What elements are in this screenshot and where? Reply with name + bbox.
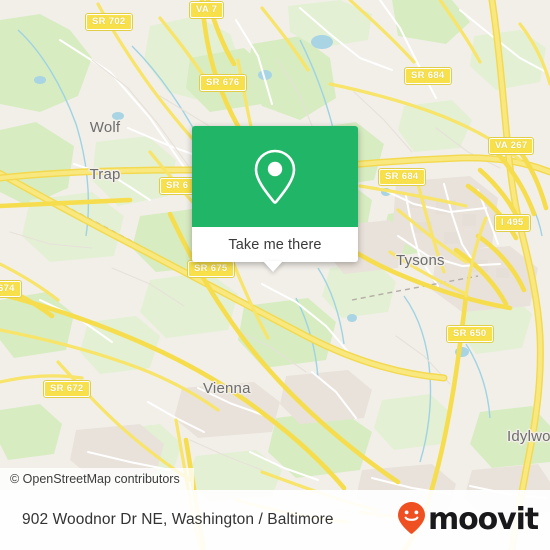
road-shield-674: 674 (0, 280, 22, 298)
destination-popup[interactable]: Take me there (192, 126, 358, 272)
map-pin-icon (252, 148, 298, 206)
footer-bar: 902 Woodnor Dr NE, Washington / Baltimor… (0, 490, 550, 550)
road-shield-sr-702: SR 702 (85, 13, 133, 31)
moovit-logo[interactable]: moovit (397, 501, 539, 540)
road-shield-sr-672: SR 672 (43, 380, 91, 398)
road-shield-sr-6: SR 6 (158, 177, 196, 195)
road-shield-sr-676: SR 676 (199, 74, 247, 92)
osm-attribution[interactable]: © OpenStreetMap contributors (0, 468, 194, 490)
road-shield-sr-650: SR 650 (446, 325, 494, 343)
take-me-there-button[interactable]: Take me there (192, 227, 358, 262)
map-screen: .pk { fill:#d8ecc2; } .pk2 { fill:#e3f0d… (0, 0, 550, 550)
road-shield-sr-684-north: SR 684 (404, 67, 452, 85)
moovit-wordmark: moovit (427, 502, 539, 537)
address-text: 902 Woodnor Dr NE, Washington / Baltimor… (22, 511, 334, 528)
popup-pointer-tail (263, 261, 283, 272)
popup-image-area (192, 126, 358, 227)
road-shield-va-7: VA 7 (188, 1, 225, 19)
road-shield-sr-684-south: SR 684 (378, 168, 426, 186)
road-shield-i-495: I 495 (494, 214, 531, 232)
road-shield-va-267: VA 267 (487, 137, 535, 155)
road-shield-sr-675: SR 675 (187, 260, 235, 278)
moovit-smiley-pin-icon (397, 501, 426, 540)
